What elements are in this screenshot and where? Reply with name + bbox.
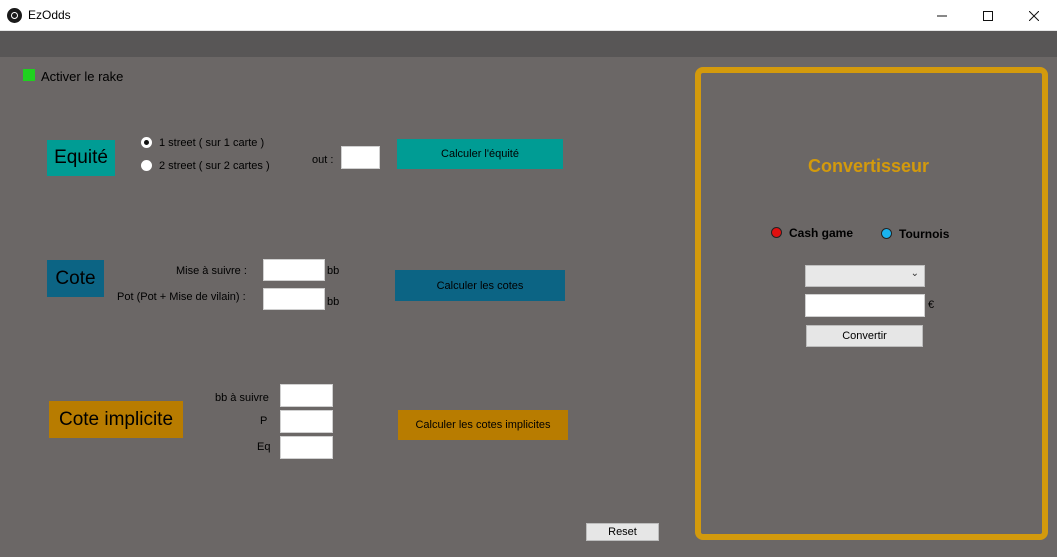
reset-button[interactable]: Reset bbox=[586, 523, 659, 541]
eq-input[interactable] bbox=[280, 436, 333, 459]
p-input[interactable] bbox=[280, 410, 333, 433]
minimize-icon bbox=[937, 15, 947, 16]
tournament-label: Tournois bbox=[899, 227, 950, 241]
close-button[interactable] bbox=[1011, 0, 1057, 31]
converter-title: Convertisseur bbox=[808, 156, 930, 176]
radio-two-street[interactable] bbox=[141, 160, 152, 171]
pot-input[interactable] bbox=[263, 288, 325, 310]
eq-label: Eq bbox=[257, 441, 271, 453]
tournament-radio[interactable] bbox=[881, 228, 892, 239]
amount-input[interactable] bbox=[805, 294, 925, 317]
bb-to-call-label: bb à suivre bbox=[215, 392, 269, 404]
radio-two-street-label: 2 street ( sur 2 cartes ) bbox=[159, 160, 270, 172]
maximize-icon bbox=[983, 10, 993, 21]
cash-game-label: Cash game bbox=[789, 226, 854, 240]
bet-to-call-unit: bb bbox=[327, 265, 340, 277]
maximize-button[interactable] bbox=[965, 0, 1011, 31]
title-bar: EzOdds bbox=[0, 0, 1057, 31]
rake-toggle[interactable] bbox=[23, 69, 35, 81]
cash-game-radio[interactable] bbox=[771, 227, 782, 238]
convert-button[interactable]: Convertir bbox=[806, 325, 923, 347]
app-logo-icon bbox=[7, 8, 22, 23]
calculate-odds-button[interactable]: Calculer les cotes bbox=[395, 270, 565, 301]
close-icon bbox=[1029, 10, 1039, 21]
bet-to-call-label: Mise à suivre : bbox=[176, 265, 247, 277]
p-label: P bbox=[260, 415, 268, 427]
menu-bar bbox=[0, 31, 1057, 57]
bet-to-call-input[interactable] bbox=[263, 259, 325, 281]
calculate-equity-button[interactable]: Calculer l'équité bbox=[397, 139, 563, 169]
implied-odds-section-label: Cote implicite bbox=[49, 401, 183, 438]
radio-one-street[interactable] bbox=[141, 137, 152, 148]
currency-label: € bbox=[928, 299, 935, 311]
radio-one-street-label: 1 street ( sur 1 carte ) bbox=[159, 137, 265, 149]
pot-label: Pot (Pot + Mise de vilain) : bbox=[117, 291, 246, 303]
conversion-select[interactable]: ⌄ bbox=[805, 265, 925, 287]
pot-unit: bb bbox=[327, 296, 340, 308]
rake-label: Activer le rake bbox=[41, 69, 124, 84]
calculate-implied-odds-button[interactable]: Calculer les cotes implicites bbox=[398, 410, 568, 440]
minimize-button[interactable] bbox=[919, 0, 965, 31]
chevron-down-icon: ⌄ bbox=[910, 268, 919, 279]
outs-input[interactable] bbox=[341, 146, 380, 169]
window-title: EzOdds bbox=[28, 8, 71, 22]
odds-section-label: Cote bbox=[47, 260, 104, 297]
bb-to-call-input[interactable] bbox=[280, 384, 333, 407]
equity-section-label: Equité bbox=[47, 140, 115, 176]
outs-label: out : bbox=[312, 154, 334, 166]
